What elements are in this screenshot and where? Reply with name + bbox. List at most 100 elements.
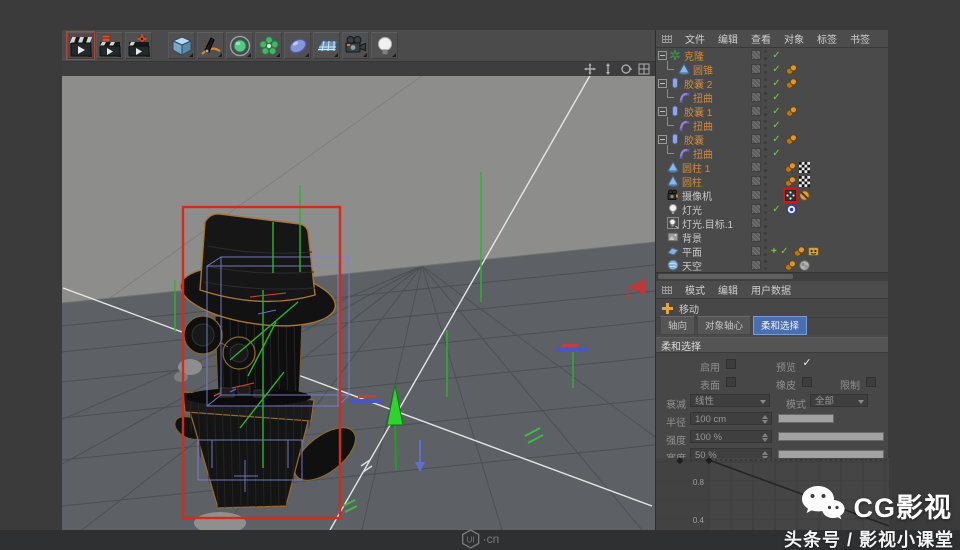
menu-edit[interactable]: 编辑 [718, 31, 738, 46]
orbit-icon[interactable] [620, 63, 632, 75]
menu-view[interactable]: 查看 [751, 31, 771, 46]
zoom-icon[interactable] [602, 63, 614, 75]
radius-input[interactable]: 100 cm [690, 412, 772, 425]
enabled-check-icon[interactable]: ✓ [771, 106, 782, 117]
phong-tag[interactable] [786, 133, 797, 145]
layer-swatch[interactable] [751, 64, 761, 74]
object-row[interactable]: 胶囊 ✓ [656, 132, 888, 147]
expand-toggle-icon[interactable] [658, 134, 667, 144]
enabled-check-icon[interactable]: ✓ [771, 92, 782, 103]
object-row[interactable]: 灯光 ✓ [656, 202, 888, 217]
object-row[interactable]: 胶囊 2 ✓ [656, 76, 888, 91]
render-picture-viewer-button[interactable] [96, 32, 123, 59]
visibility-dots[interactable] [764, 148, 769, 158]
layer-swatch[interactable] [751, 176, 761, 186]
layer-swatch[interactable] [751, 106, 761, 116]
preview-checkbox[interactable]: ✓ [802, 358, 812, 369]
visibility-dots[interactable] [764, 50, 769, 60]
object-label[interactable]: 背景 [682, 230, 702, 245]
menu-am-edit[interactable]: 编辑 [718, 282, 738, 297]
target-blue-tag[interactable] [786, 203, 797, 215]
layer-swatch[interactable] [751, 204, 761, 214]
phong-tag[interactable] [786, 77, 797, 89]
pan-icon[interactable] [584, 63, 596, 75]
add-cube-button[interactable] [168, 32, 195, 59]
generators-button[interactable] [226, 32, 253, 59]
layer-swatch[interactable] [751, 148, 761, 158]
layer-swatch[interactable] [751, 190, 761, 200]
object-row[interactable]: 圆柱 [656, 174, 888, 189]
enabled-check-icon[interactable]: ✓ [771, 64, 782, 75]
object-label[interactable]: 扭曲 [693, 118, 713, 133]
object-row[interactable]: 扭曲 ✓ [656, 116, 888, 133]
object-label[interactable]: 胶囊 [684, 132, 704, 147]
checker-tag[interactable] [799, 175, 810, 187]
viewport-scene[interactable] [61, 69, 656, 534]
object-row[interactable]: 圆锥 ✓ [656, 60, 888, 77]
object-row[interactable]: 平面 + ✓ [656, 244, 888, 259]
layer-swatch[interactable] [751, 232, 761, 242]
object-row[interactable]: 背景 [656, 230, 888, 245]
object-row[interactable]: 摄像机 [656, 187, 888, 203]
object-row[interactable]: 圆柱 1 [656, 160, 888, 175]
mode-dropdown[interactable]: 全部 [810, 394, 868, 407]
object-label[interactable]: 胶囊 2 [684, 76, 712, 91]
phong-tag[interactable] [785, 259, 796, 271]
layer-swatch[interactable] [751, 134, 761, 144]
falloff-dropdown[interactable]: 线性 [690, 394, 770, 407]
enabled-check-icon[interactable]: ✓ [771, 134, 782, 145]
layer-swatch[interactable] [751, 246, 761, 256]
restrict-checkbox[interactable] [866, 377, 876, 387]
object-label[interactable]: 圆柱 [682, 174, 702, 189]
rubber-checkbox[interactable] [802, 377, 812, 387]
phong-tag[interactable] [793, 245, 805, 257]
phong-tag[interactable] [785, 161, 796, 173]
visibility-dots[interactable] [764, 246, 769, 256]
object-label[interactable]: 胶囊 1 [684, 104, 712, 119]
object-label[interactable]: 摄像机 [682, 188, 712, 203]
enabled-check-icon[interactable]: ✓ [771, 50, 782, 61]
toggle-view-icon[interactable] [638, 63, 650, 75]
visibility-dots[interactable] [764, 232, 769, 242]
menu-user-data[interactable]: 用户数据 [751, 282, 791, 297]
tab-soft-selection[interactable]: 柔和选择 [753, 316, 808, 335]
visibility-dots[interactable] [764, 64, 769, 74]
object-manager-scrollbar[interactable] [656, 272, 888, 281]
surface-checkbox[interactable] [726, 377, 736, 387]
panel-grid-icon[interactable] [662, 34, 672, 43]
strength-input[interactable]: 100 % [690, 430, 772, 443]
menu-objects[interactable]: 对象 [784, 31, 804, 46]
layer-swatch[interactable] [751, 50, 761, 60]
object-label[interactable]: 扭曲 [693, 90, 713, 105]
layer-swatch[interactable] [751, 162, 761, 172]
render-settings-button[interactable] [125, 32, 152, 59]
menu-bookmarks[interactable]: 书签 [850, 31, 870, 46]
object-label[interactable]: 克隆 [684, 48, 704, 63]
expand-toggle-icon[interactable] [658, 78, 667, 88]
enabled-check-icon[interactable]: ✓ [779, 246, 790, 257]
visibility-dots[interactable] [764, 204, 769, 214]
object-label[interactable]: 扭曲 [693, 146, 713, 161]
phong-tag[interactable] [785, 175, 796, 187]
layer-swatch[interactable] [751, 260, 761, 270]
enabled-check-icon[interactable]: ✓ [771, 78, 782, 89]
layer-swatch[interactable] [751, 218, 761, 228]
menu-mode[interactable]: 模式 [685, 282, 705, 297]
layer-swatch[interactable] [751, 120, 761, 130]
checker-tag[interactable] [799, 161, 810, 173]
target-red-tag[interactable] [785, 189, 796, 201]
forbid-tag[interactable] [799, 189, 810, 201]
expand-toggle-icon[interactable] [658, 106, 667, 116]
object-row[interactable]: 扭曲 ✓ [656, 144, 888, 161]
enabled-check-icon[interactable]: ✓ [771, 148, 782, 159]
camera-button[interactable] [342, 32, 369, 59]
object-label[interactable]: 灯光.目标.1 [682, 216, 733, 231]
tab-axis[interactable]: 轴向 [660, 316, 696, 335]
layer-swatch[interactable] [751, 78, 761, 88]
object-row[interactable]: 克隆 ✓ [656, 48, 888, 63]
light-button[interactable] [371, 32, 398, 59]
menu-file[interactable]: 文件 [685, 31, 705, 46]
object-label[interactable]: 圆锥 [693, 62, 713, 77]
visibility-dots[interactable] [764, 260, 769, 270]
radius-slider[interactable] [778, 414, 834, 423]
